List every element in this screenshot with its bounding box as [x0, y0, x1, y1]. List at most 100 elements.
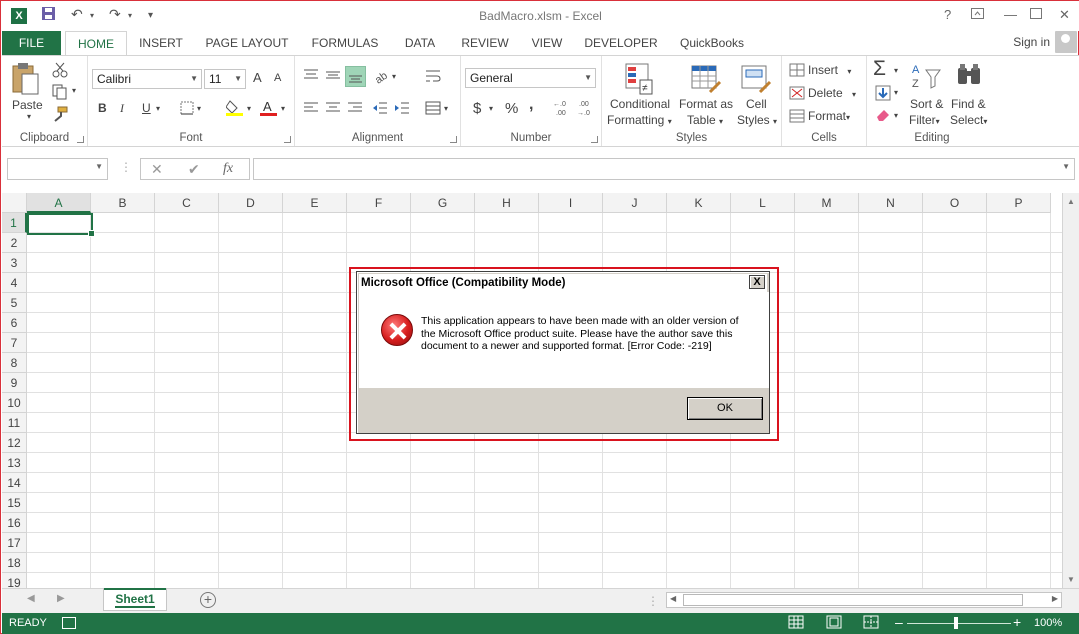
sign-in-link[interactable]: Sign in — [1013, 35, 1050, 49]
next-sheet-icon[interactable]: ▶ — [57, 593, 65, 604]
row-header[interactable]: 3 — [2, 253, 27, 273]
fill-icon[interactable] — [875, 85, 891, 104]
underline-button[interactable]: U — [142, 101, 151, 115]
column-header[interactable]: K — [667, 193, 731, 213]
percent-button[interactable]: % — [505, 100, 518, 117]
merge-center-dropdown-icon[interactable]: ▾ — [444, 104, 448, 113]
tab-view[interactable]: VIEW — [523, 31, 571, 55]
bold-button[interactable]: B — [98, 101, 107, 115]
tab-review[interactable]: REVIEW — [455, 31, 515, 55]
zoom-in-button[interactable]: + — [1013, 614, 1021, 630]
help-button[interactable]: ? — [944, 7, 951, 22]
shrink-font-button[interactable]: A — [274, 72, 281, 84]
column-header[interactable]: P — [987, 193, 1051, 213]
row-header[interactable]: 19 — [2, 573, 27, 588]
active-cell[interactable] — [27, 213, 95, 237]
find-select-label-2[interactable]: Select▾ — [950, 113, 987, 127]
copy-icon[interactable] — [52, 84, 68, 103]
clear-icon[interactable] — [875, 108, 891, 125]
column-header[interactable]: B — [91, 193, 155, 213]
cell-styles-label-2[interactable]: Styles ▾ — [737, 113, 777, 127]
column-header[interactable]: M — [795, 193, 859, 213]
column-header[interactable]: D — [219, 193, 283, 213]
sort-filter-label-1[interactable]: Sort & — [910, 97, 943, 111]
minimize-button[interactable]: — — [1004, 7, 1017, 22]
row-header[interactable]: 9 — [2, 373, 27, 393]
vertical-scrollbar[interactable]: ▲ ▼ — [1062, 193, 1079, 588]
page-break-view-icon[interactable] — [863, 615, 881, 631]
borders-dropdown-icon[interactable]: ▾ — [197, 104, 201, 113]
top-align-icon[interactable] — [303, 68, 319, 85]
middle-align-icon[interactable] — [325, 68, 341, 85]
zoom-out-button[interactable]: – — [895, 614, 903, 630]
cut-icon[interactable] — [52, 62, 68, 81]
increase-decimal-icon[interactable]: ←.0.00 — [553, 99, 571, 120]
close-button[interactable]: ✕ — [1059, 7, 1070, 23]
tab-developer[interactable]: DEVELOPER — [579, 31, 663, 55]
scroll-left-icon[interactable]: ◀ — [670, 594, 676, 603]
decrease-decimal-icon[interactable]: .00 →.0 — [577, 99, 595, 120]
maximize-button[interactable] — [1030, 7, 1042, 22]
scroll-up-icon[interactable]: ▲ — [1067, 197, 1075, 206]
row-header[interactable]: 14 — [2, 473, 27, 493]
cell-styles-icon[interactable] — [740, 62, 772, 99]
select-all-corner[interactable] — [2, 193, 27, 213]
paste-dropdown-icon[interactable]: ▾ — [27, 112, 31, 121]
row-header[interactable]: 13 — [2, 453, 27, 473]
zoom-slider[interactable] — [907, 623, 1011, 624]
orientation-dropdown-icon[interactable]: ▾ — [392, 72, 396, 81]
format-painter-icon[interactable] — [52, 106, 68, 125]
format-as-table-label-1[interactable]: Format as — [679, 97, 733, 111]
delete-cells-icon[interactable] — [789, 86, 805, 103]
grow-font-button[interactable]: A — [253, 70, 262, 85]
tab-home[interactable]: HOME — [65, 31, 127, 56]
column-header[interactable]: A — [27, 193, 91, 213]
user-avatar-icon[interactable] — [1055, 31, 1077, 53]
increase-indent-icon[interactable] — [394, 101, 410, 118]
format-cells-button[interactable]: Format▾ — [808, 109, 850, 123]
format-cells-icon[interactable] — [789, 109, 805, 126]
row-header[interactable]: 11 — [2, 413, 27, 433]
row-header[interactable]: 2 — [2, 233, 27, 253]
orientation-icon[interactable]: ab — [373, 68, 391, 87]
row-header[interactable]: 1 — [2, 213, 27, 233]
fill-color-icon[interactable] — [225, 98, 244, 119]
format-as-table-icon[interactable] — [690, 62, 722, 99]
font-color-dropdown-icon[interactable]: ▾ — [281, 104, 285, 113]
tab-insert[interactable]: INSERT — [132, 31, 190, 55]
row-header[interactable]: 5 — [2, 293, 27, 313]
confirm-entry-button[interactable]: ✔ — [188, 161, 200, 178]
zoom-slider-thumb[interactable] — [954, 617, 958, 629]
zoom-level[interactable]: 100% — [1034, 617, 1062, 629]
currency-dropdown-icon[interactable]: ▾ — [489, 104, 493, 113]
column-header[interactable]: G — [411, 193, 475, 213]
font-color-icon[interactable]: A — [260, 98, 278, 119]
font-name-select[interactable]: Calibri ▼ — [92, 69, 202, 89]
column-header[interactable]: N — [859, 193, 923, 213]
column-header[interactable]: F — [347, 193, 411, 213]
page-layout-view-icon[interactable] — [826, 615, 844, 631]
conditional-formatting-label-1[interactable]: Conditional — [610, 97, 670, 111]
conditional-formatting-icon[interactable]: ≠ — [624, 62, 654, 99]
row-header[interactable]: 4 — [2, 273, 27, 293]
tab-data[interactable]: DATA — [394, 31, 446, 55]
format-as-table-label-2[interactable]: Table ▾ — [687, 113, 723, 127]
align-left-icon[interactable] — [303, 101, 319, 118]
bottom-align-icon[interactable] — [345, 66, 366, 87]
clear-dropdown-icon[interactable]: ▾ — [894, 111, 898, 120]
borders-icon[interactable] — [180, 101, 194, 118]
sort-filter-icon[interactable]: AZ — [910, 62, 942, 95]
underline-dropdown-icon[interactable]: ▾ — [156, 104, 160, 113]
insert-cells-button[interactable]: Insert ▾ — [808, 63, 851, 77]
merge-center-icon[interactable] — [425, 101, 441, 118]
column-header[interactable]: H — [475, 193, 539, 213]
row-header[interactable]: 18 — [2, 553, 27, 573]
column-header[interactable]: O — [923, 193, 987, 213]
tab-formulas[interactable]: FORMULAS — [305, 31, 385, 55]
row-header[interactable]: 6 — [2, 313, 27, 333]
dialog-close-button[interactable]: X — [749, 275, 765, 289]
row-header[interactable]: 17 — [2, 533, 27, 553]
add-sheet-button[interactable]: + — [200, 592, 216, 608]
horizontal-scroll-thumb[interactable] — [683, 594, 1023, 606]
align-right-icon[interactable] — [347, 101, 363, 118]
